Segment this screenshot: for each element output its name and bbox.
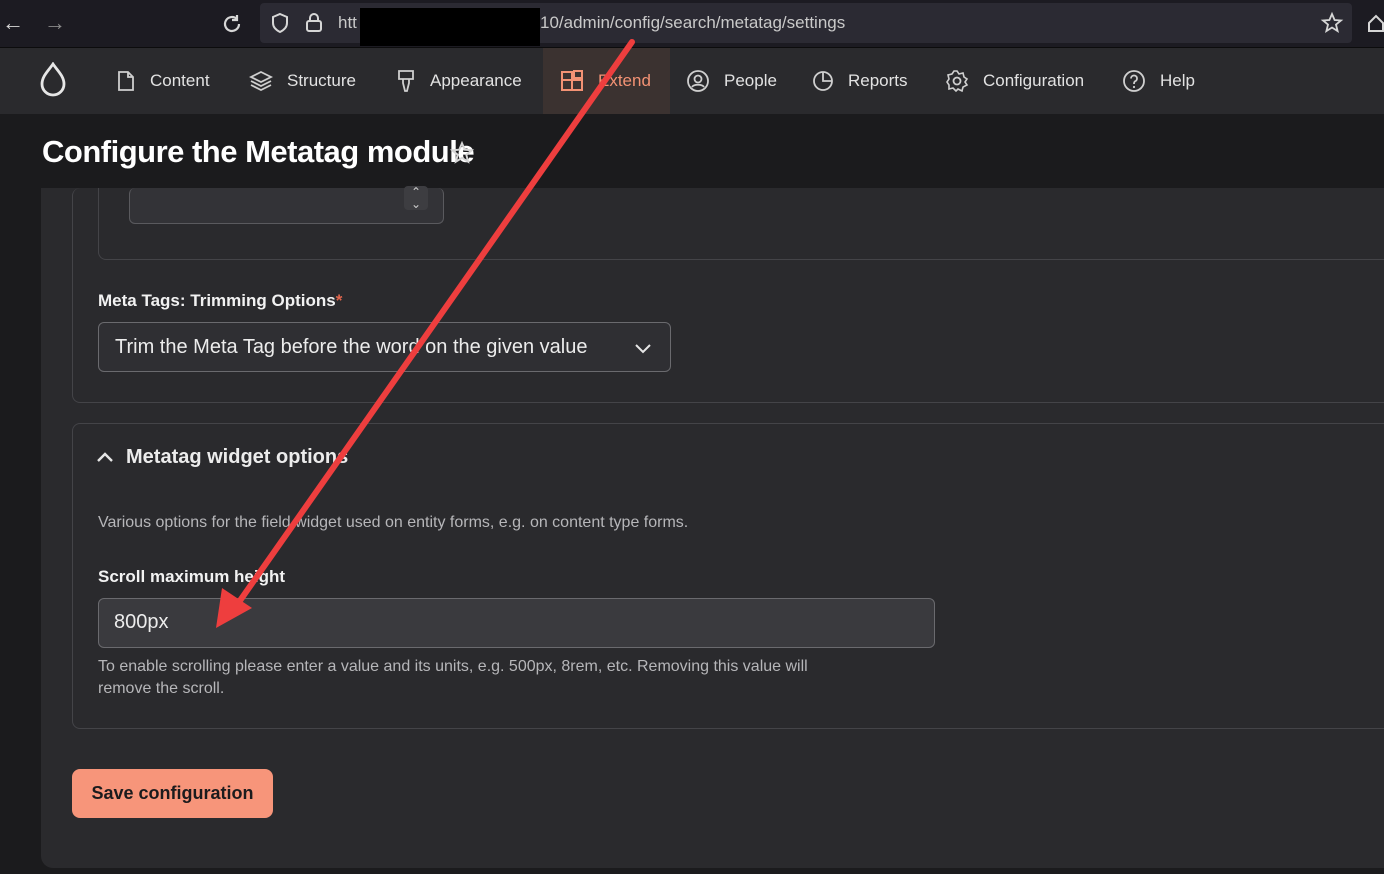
chevron-up-icon [97, 451, 113, 462]
required-mark: * [335, 291, 343, 310]
page-header: Configure the Metatag module [0, 114, 1384, 188]
scroll-height-label: Scroll maximum height [98, 567, 286, 586]
drupal-drop-icon[interactable] [38, 62, 68, 98]
configuration-icon [946, 70, 969, 93]
toolbar-item-label: Help [1160, 71, 1195, 90]
toolbar-item-label: People [724, 71, 777, 90]
number-input[interactable] [129, 188, 444, 224]
trimming-select[interactable]: Trim the Meta Tag before the word on the… [98, 322, 671, 372]
toolbar-item-help[interactable]: Help [1122, 48, 1195, 114]
home-icon[interactable] [1366, 12, 1384, 34]
redacted-host [360, 8, 540, 46]
number-spinner-icon[interactable]: ⌃ ⌄ [404, 186, 428, 210]
trimming-label: Meta Tags: Trimming Options* [98, 291, 342, 311]
toolbar-item-label: Reports [848, 71, 908, 90]
toolbar-item-label: Configuration [983, 71, 1085, 90]
page-title: Configure the Metatag module [42, 134, 475, 169]
toolbar-item-structure[interactable]: Structure [249, 48, 356, 114]
structure-icon [249, 70, 273, 92]
trimming-selected-value: Trim the Meta Tag before the word on the… [115, 336, 588, 358]
forward-icon[interactable]: → [42, 10, 68, 36]
shield-icon[interactable] [270, 12, 290, 34]
url-prefix: htt [338, 13, 357, 32]
widget-options-description: Various options for the field widget use… [98, 514, 689, 531]
toolbar-item-people[interactable]: People [686, 48, 777, 114]
appearance-icon [398, 70, 414, 92]
chevron-down-icon [635, 344, 651, 354]
trimming-label-text: Meta Tags: Trimming Options [98, 291, 336, 310]
lock-icon[interactable] [304, 11, 324, 33]
toolbar-item-label: Structure [287, 71, 356, 90]
reload-icon[interactable] [220, 12, 244, 36]
toolbar-item-extend[interactable]: Extend [543, 48, 670, 114]
scroll-height-input[interactable]: 800px [98, 598, 935, 648]
save-configuration-button[interactable]: Save configuration [72, 769, 273, 818]
toolbar-item-label: Appearance [430, 71, 522, 90]
toolbar-item-label: Content [150, 71, 210, 90]
extend-icon [561, 70, 583, 91]
bookmark-star-icon[interactable] [1320, 11, 1344, 35]
content-icon [118, 71, 134, 91]
toolbar-item-appearance[interactable]: Appearance [396, 48, 522, 114]
scroll-height-help: To enable scrolling please enter a value… [98, 658, 808, 697]
toolbar-item-reports[interactable]: Reports [812, 48, 908, 114]
people-icon [687, 70, 709, 92]
shortcut-star-icon[interactable] [449, 140, 475, 166]
widget-options-legend: Metatag widget options [126, 446, 349, 468]
url-path: 10/admin/config/search/metatag/settings [540, 13, 846, 32]
toolbar-item-label: Extend [598, 71, 651, 90]
help-icon [1123, 70, 1145, 92]
toolbar-item-configuration[interactable]: Configuration [945, 48, 1084, 114]
back-icon[interactable]: ← [0, 10, 26, 36]
browser-toolbar: ← → htt 10/admin/config/search/metatag/s… [0, 0, 1384, 48]
widget-options-toggle[interactable]: Metatag widget options [96, 446, 348, 469]
reports-icon [813, 71, 833, 91]
toolbar-item-content[interactable]: Content [116, 48, 210, 114]
address-bar[interactable]: htt 10/admin/config/search/metatag/setti… [260, 3, 1352, 46]
